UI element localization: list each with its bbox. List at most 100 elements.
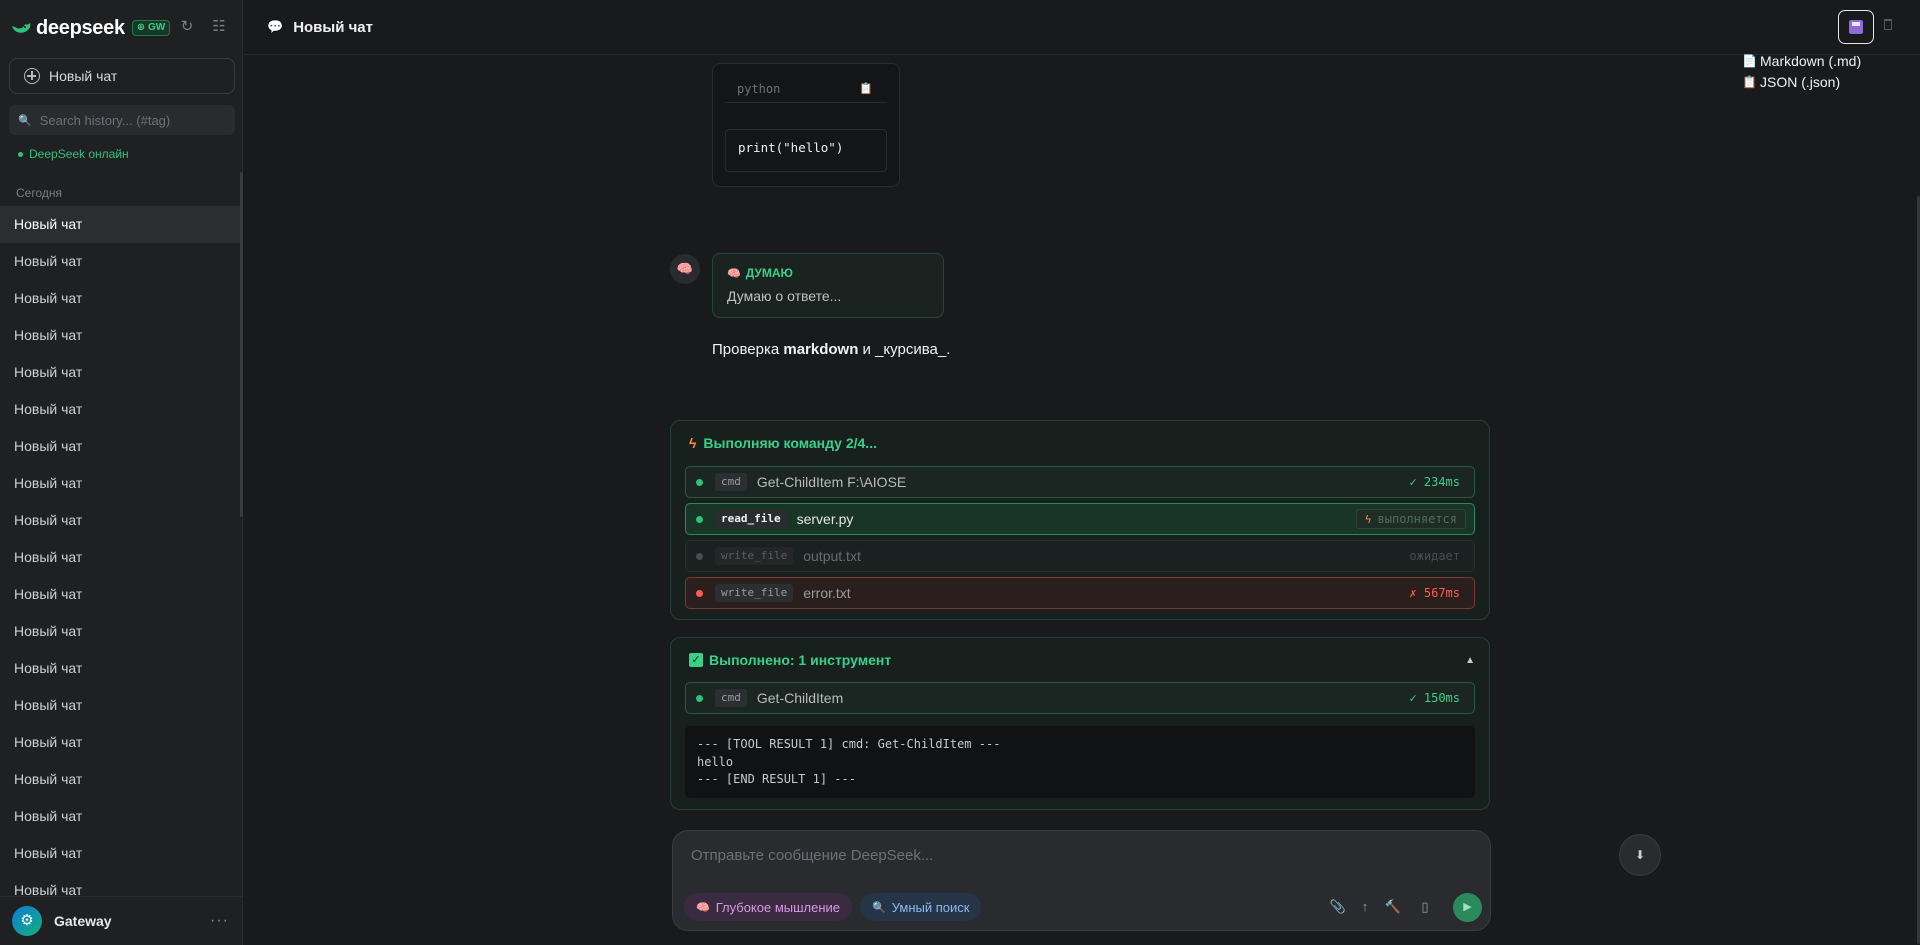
thinking-label: 🧠 ДУМАЮ (727, 266, 793, 280)
thinking-text: Думаю о ответе... (727, 288, 842, 304)
history-search: 🔍 (9, 105, 235, 135)
message-composer: 🧠 Глубокое мышление 🔍 Умный поиск 📎 ↑ 🔨 … (672, 830, 1491, 931)
tool-argument: error.txt (803, 585, 851, 601)
tool-row[interactable]: cmd Get-ChildItem F:\AIOSE ✓ 234ms (685, 466, 1475, 498)
new-chat-button[interactable]: Новый чат (9, 58, 235, 94)
copy-icon[interactable]: 📋 (859, 82, 873, 95)
history-item[interactable]: Новый чат (0, 206, 240, 243)
code-content: print("hello") (725, 129, 887, 172)
results-title[interactable]: ✓ Выполнено: 1 инструмент (689, 652, 891, 668)
assistant-reply: Проверка markdown и _курсива_. (712, 341, 951, 358)
refresh-icon[interactable]: ↻ (178, 18, 196, 36)
upload-icon[interactable]: ↑ (1356, 897, 1374, 917)
trash-icon[interactable] (1884, 19, 1892, 30)
tool-tag: cmd (715, 473, 747, 491)
status-dot-icon (696, 515, 703, 523)
status-dot-icon (696, 589, 703, 597)
history-list: Новый чат Новый чат Новый чат Новый чат … (0, 206, 240, 896)
more-options-icon[interactable]: ··· (210, 912, 229, 930)
deep-think-toggle[interactable]: 🧠 Глубокое мышление (684, 893, 853, 921)
history-item[interactable]: Новый чат (0, 798, 240, 835)
checkmark-icon: ✓ (689, 653, 703, 667)
code-block-header: python 📋 (725, 75, 887, 103)
tool-row[interactable]: write_file error.txt ✗ 567ms (685, 577, 1475, 609)
tool-argument: server.py (796, 511, 854, 527)
brain-avatar-icon: 🧠 (670, 254, 700, 284)
brand-name: deepseek (36, 16, 125, 39)
history-item[interactable]: Новый чат (0, 724, 240, 761)
smart-search-toggle[interactable]: 🔍 Умный поиск (860, 893, 982, 921)
history-item[interactable]: Новый чат (0, 539, 240, 576)
code-language: python (737, 81, 781, 96)
tool-status: ϟ выполняется (1355, 509, 1466, 529)
history-item[interactable]: Новый чат (0, 650, 240, 687)
gateway-badge: ⊕ GW (131, 20, 171, 36)
tool-tag: write_file (715, 584, 794, 602)
thinking-block[interactable]: 🧠 ДУМАЮ Думаю о ответе... (712, 253, 944, 318)
history-item[interactable]: Новый чат (0, 280, 240, 317)
new-chat-label: Новый чат (49, 68, 118, 84)
status-text: DeepSeek онлайн (29, 147, 129, 161)
export-button[interactable] (1838, 10, 1874, 44)
brain-icon: 🧠 (727, 267, 741, 280)
status-dot-icon (696, 478, 703, 486)
search-icon: 🔍 (872, 901, 886, 914)
message-input[interactable] (691, 847, 1471, 871)
connection-status: DeepSeek онлайн (18, 147, 129, 161)
history-item[interactable]: Новый чат (0, 317, 240, 354)
chat-header: 💬 Новый чат (243, 0, 1920, 55)
history-group-label: Сегодня (16, 186, 62, 200)
tool-tag: write_file (715, 547, 794, 565)
sidebar: deepseek ⊕ GW ↻ ☷ Новый чат 🔍 DeepSeek о… (0, 0, 243, 945)
history-search-input[interactable] (39, 112, 230, 128)
tool-argument: Get-ChildItem (756, 690, 844, 706)
layout-toggle-icon[interactable]: ☷ (210, 18, 228, 36)
chat-area: python 📋 print("hello") 🧠 🧠 ДУМАЮ Думаю … (243, 56, 1920, 945)
history-item[interactable]: Новый чат (0, 835, 240, 872)
history-item[interactable]: Новый чат (0, 465, 240, 502)
chat-bubble-icon: 💬 (267, 19, 284, 34)
history-item[interactable]: Новый чат (0, 613, 240, 650)
history-item[interactable]: Новый чат (0, 576, 240, 613)
history-item[interactable]: Новый чат (0, 354, 240, 391)
tool-status: ✓ 150ms (1409, 691, 1460, 705)
tool-argument: Get-ChildItem F:\AIOSE (756, 474, 907, 490)
tool-status: ✗ 567ms (1409, 586, 1460, 600)
history-item[interactable]: Новый чат (0, 687, 240, 724)
status-dot-icon (696, 552, 703, 560)
floppy-disk-icon (1849, 20, 1863, 34)
trash-icon[interactable]: ▯ (1416, 897, 1434, 917)
status-dot-icon (18, 151, 23, 157)
tool-tag: cmd (715, 689, 747, 707)
tool-status: ожидает (1409, 549, 1460, 563)
execution-title: ϟ Выполняю команду 2/4... (689, 435, 877, 451)
tool-row[interactable]: cmd Get-ChildItem ✓ 150ms (685, 682, 1475, 714)
tool-row[interactable]: write_file output.txt ожидает (685, 540, 1475, 572)
sidebar-footer: ⚙ Gateway ··· (0, 896, 243, 945)
history-item[interactable]: Новый чат (0, 391, 240, 428)
collapse-icon[interactable]: ▲ (1465, 655, 1475, 666)
tool-execution-panel: ϟ Выполняю команду 2/4... cmd Get-ChildI… (670, 420, 1490, 620)
send-button[interactable]: ▶ (1453, 893, 1482, 922)
scroll-to-bottom-button[interactable]: ⬇ (1619, 834, 1661, 876)
history-item[interactable]: Новый чат (0, 761, 240, 798)
brain-icon: 🧠 (696, 901, 710, 914)
status-dot-icon (696, 694, 703, 702)
lightning-icon: ϟ (689, 435, 697, 451)
history-item[interactable]: Новый чат (0, 502, 240, 539)
plus-circle-icon (24, 68, 40, 84)
tool-argument: output.txt (803, 548, 861, 564)
gear-avatar-icon[interactable]: ⚙ (12, 906, 42, 936)
tool-status: ✓ 234ms (1409, 475, 1460, 489)
tool-results-panel: ✓ Выполнено: 1 инструмент ▲ cmd Get-Chil… (670, 637, 1490, 810)
history-item[interactable]: Новый чат (0, 872, 240, 896)
search-icon: 🔍 (18, 114, 32, 127)
paperclip-icon[interactable]: 📎 (1329, 897, 1347, 917)
lightning-icon: ϟ (1364, 513, 1372, 526)
hammer-icon[interactable]: 🔨 (1384, 897, 1402, 917)
history-item[interactable]: Новый чат (0, 243, 240, 280)
tool-row[interactable]: read_file server.py ϟ выполняется (685, 503, 1475, 535)
brand[interactable]: deepseek ⊕ GW (10, 16, 171, 40)
history-item[interactable]: Новый чат (0, 428, 240, 465)
profile-name[interactable]: Gateway (54, 913, 112, 929)
